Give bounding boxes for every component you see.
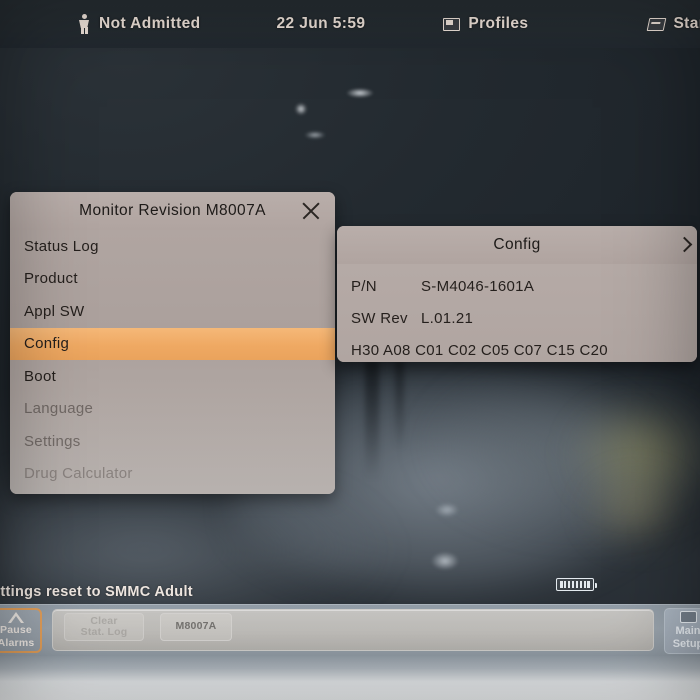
- close-icon[interactable]: [301, 201, 321, 221]
- main-setup-button[interactable]: Main Setup: [664, 608, 700, 654]
- monitor-icon: [679, 611, 697, 624]
- menu-item-settings[interactable]: Settings: [10, 425, 335, 458]
- bottom-button-bar: Clear Stat. Log M8007A: [0, 604, 700, 657]
- dialog-menu-list: Status Log Product Appl SW Config Boot L…: [10, 230, 335, 494]
- clear-stat-log-line2: Stat. Log: [80, 626, 128, 638]
- pause-alarms-line2: Alarms: [0, 636, 35, 649]
- m8007a-label: M8007A: [175, 620, 217, 633]
- status-message: ettings reset to SMMC Adult: [0, 584, 193, 600]
- datetime-label: 22 Jun 5:59: [276, 15, 366, 32]
- config-label-sw-rev: SW Rev: [351, 309, 408, 327]
- menu-item-config[interactable]: Config: [10, 327, 335, 360]
- patient-status-label: Not Admitted: [99, 15, 201, 32]
- config-row-sw-rev: SW Rev L.01.21: [337, 302, 697, 334]
- menu-item-appl-sw[interactable]: Appl SW: [10, 295, 335, 328]
- battery-icon: [556, 578, 597, 591]
- menu-item-status-log[interactable]: Status Log: [10, 230, 335, 263]
- monitor-screen: Not Admitted 22 Jun 5:59 Profiles Star M…: [0, 0, 700, 700]
- config-value-sw-rev: L.01.21: [421, 309, 474, 327]
- dialog-title: Monitor Revision M8007A: [79, 202, 266, 219]
- profiles-label: Profiles: [468, 15, 529, 32]
- profiles-button[interactable]: Profiles: [443, 15, 528, 33]
- menu-item-language[interactable]: Language: [10, 393, 335, 426]
- menu-item-product[interactable]: Product: [10, 263, 335, 296]
- start-label: Star: [673, 15, 700, 32]
- card-icon: [443, 17, 461, 31]
- start-button[interactable]: Star: [647, 15, 700, 33]
- pause-alarms-button[interactable]: Pause Alarms: [0, 608, 42, 653]
- bezel-reflection: [0, 656, 700, 700]
- monitor-revision-dialog[interactable]: Monitor Revision M8007A Status Log Produ…: [10, 192, 335, 494]
- config-row-flags: H30 A08 C01 C02 C05 C07 C15 C20: [337, 334, 697, 362]
- pause-alarms-line1: Pause: [0, 624, 32, 637]
- alarm-triangle-icon: [8, 612, 24, 624]
- menu-item-drug-calculator[interactable]: Drug Calculator: [10, 458, 335, 491]
- config-value-pn: S-M4046-1601A: [421, 277, 535, 295]
- clear-stat-log-button[interactable]: Clear Stat. Log: [64, 613, 144, 641]
- patient-status-area[interactable]: Not Admitted: [78, 14, 201, 34]
- card-slanted-icon: [647, 17, 667, 31]
- datetime-area: 22 Jun 5:59: [277, 15, 366, 33]
- config-row-pn: P/N S-M4046-1601A: [337, 270, 697, 302]
- top-status-bar: Not Admitted 22 Jun 5:59 Profiles Star: [0, 0, 700, 48]
- m8007a-button[interactable]: M8007A: [160, 613, 232, 641]
- config-dialog[interactable]: Config P/N S-M4046-1601A SW Rev L.01.21 …: [337, 226, 697, 362]
- config-label-pn: P/N: [351, 277, 377, 295]
- config-value-flags: H30 A08 C01 C02 C05 C07 C15 C20: [351, 341, 608, 359]
- patient-icon: [78, 14, 90, 34]
- chevron-right-icon[interactable]: [677, 236, 691, 254]
- main-setup-line1: Main: [675, 625, 700, 638]
- config-title: Config: [493, 236, 541, 253]
- config-titlebar: Config: [337, 226, 697, 265]
- main-setup-line2: Setup: [672, 638, 700, 650]
- menu-item-boot[interactable]: Boot: [10, 360, 335, 393]
- config-body: P/N S-M4046-1601A SW Rev L.01.21 H30 A08…: [337, 264, 697, 362]
- dialog-titlebar: Monitor Revision M8007A: [10, 192, 335, 231]
